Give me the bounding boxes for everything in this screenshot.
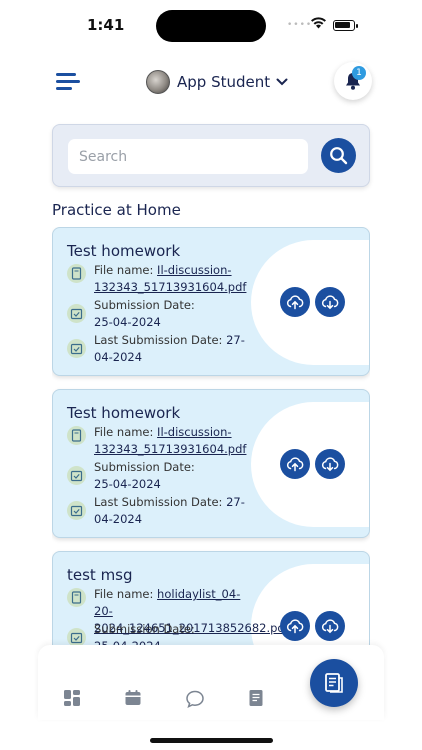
wifi-icon — [311, 17, 326, 29]
dashboard-icon — [64, 690, 80, 706]
file-row: File name: holidaylist_04-20-2024_124651… — [67, 586, 289, 635]
submission-date-label: Submission Date: — [94, 622, 195, 636]
file-icon — [67, 426, 86, 445]
file-name-label: File name: — [94, 263, 154, 277]
avatar — [146, 70, 170, 94]
submission-row: Submission Date: 25-04-2024 — [67, 459, 257, 493]
search-icon — [330, 147, 348, 165]
submission-date: 25-04-2024 — [94, 315, 161, 329]
battery-icon — [333, 20, 358, 31]
cloud-upload-icon — [286, 295, 304, 310]
nav-calendar[interactable] — [124, 689, 144, 709]
file-name-label: File name: — [94, 587, 154, 601]
submission-date-label: Submission Date: — [94, 460, 195, 474]
signal-icon: •••• — [287, 20, 313, 30]
app-header: App Student 1 — [0, 62, 422, 102]
cloud-upload-icon — [286, 457, 304, 472]
homework-card[interactable]: Test homework File name: Il-discussion-1… — [52, 227, 370, 376]
profile-name: App Student — [177, 73, 271, 91]
file-row: File name: Il-discussion-132343_51713931… — [67, 424, 257, 458]
homework-icon — [325, 673, 343, 693]
report-icon — [249, 690, 263, 706]
homework-card[interactable]: Test homework File name: Il-discussion-1… — [52, 389, 370, 538]
upload-button[interactable] — [280, 449, 310, 479]
home-indicator — [150, 738, 273, 743]
last-submission-row: Last Submission Date: 27-04-2024 — [67, 494, 257, 528]
last-submission-date-label: Last Submission Date: — [94, 495, 223, 509]
chat-icon — [186, 690, 204, 709]
last-submission-row: Last Submission Date: 27-04-2024 — [67, 332, 257, 366]
upload-button[interactable] — [280, 287, 310, 317]
nav-report[interactable] — [247, 689, 267, 709]
notification-badge: 1 — [352, 66, 366, 80]
submission-date-label: Submission Date: — [94, 298, 195, 312]
submission-row: Submission Date: 25-04-2024 — [67, 297, 257, 331]
file-row: File name: Il-discussion-132343_51713931… — [67, 262, 257, 296]
homework-title: Test homework — [67, 242, 181, 260]
homework-title: test msg — [67, 566, 133, 584]
notification-button[interactable]: 1 — [334, 62, 372, 100]
calendar-check-icon — [67, 339, 86, 358]
search-input[interactable] — [68, 139, 308, 174]
nav-chat[interactable] — [185, 689, 205, 709]
search-button[interactable] — [321, 138, 356, 173]
file-icon — [67, 588, 86, 607]
download-button[interactable] — [315, 287, 345, 317]
chevron-down-icon — [276, 78, 288, 86]
calendar-check-icon — [67, 466, 86, 485]
file-icon — [67, 264, 86, 283]
card-decoration — [251, 240, 369, 365]
homework-card[interactable]: test msg File name: holidaylist_04-20-20… — [52, 551, 370, 647]
search-card — [52, 124, 370, 187]
menu-icon[interactable] — [56, 72, 80, 92]
homework-title: Test homework — [67, 404, 181, 422]
calendar-icon — [125, 690, 141, 705]
status-bar: 1:41 •••• — [0, 0, 422, 52]
calendar-check-icon — [67, 501, 86, 520]
cloud-download-icon — [321, 619, 339, 634]
nav-dashboard[interactable] — [63, 689, 83, 709]
dynamic-island — [156, 10, 266, 42]
submission-row: Submission Date: 25-04-2024 — [67, 621, 257, 647]
cloud-download-icon — [321, 295, 339, 310]
last-submission-date-label: Last Submission Date: — [94, 333, 223, 347]
homework-list[interactable]: Test homework File name: Il-discussion-1… — [52, 227, 370, 647]
download-button[interactable] — [315, 449, 345, 479]
profile-switcher[interactable]: App Student — [146, 68, 288, 96]
status-time: 1:41 — [87, 16, 125, 34]
homework-fab[interactable] — [301, 650, 367, 716]
section-title: Practice at Home — [52, 201, 181, 219]
cloud-upload-icon — [286, 619, 304, 634]
upload-button[interactable] — [280, 611, 310, 641]
submission-date: 25-04-2024 — [94, 477, 161, 491]
cloud-download-icon — [321, 457, 339, 472]
calendar-check-icon — [67, 304, 86, 323]
file-name-label: File name: — [94, 425, 154, 439]
download-button[interactable] — [315, 611, 345, 641]
card-decoration — [251, 402, 369, 527]
